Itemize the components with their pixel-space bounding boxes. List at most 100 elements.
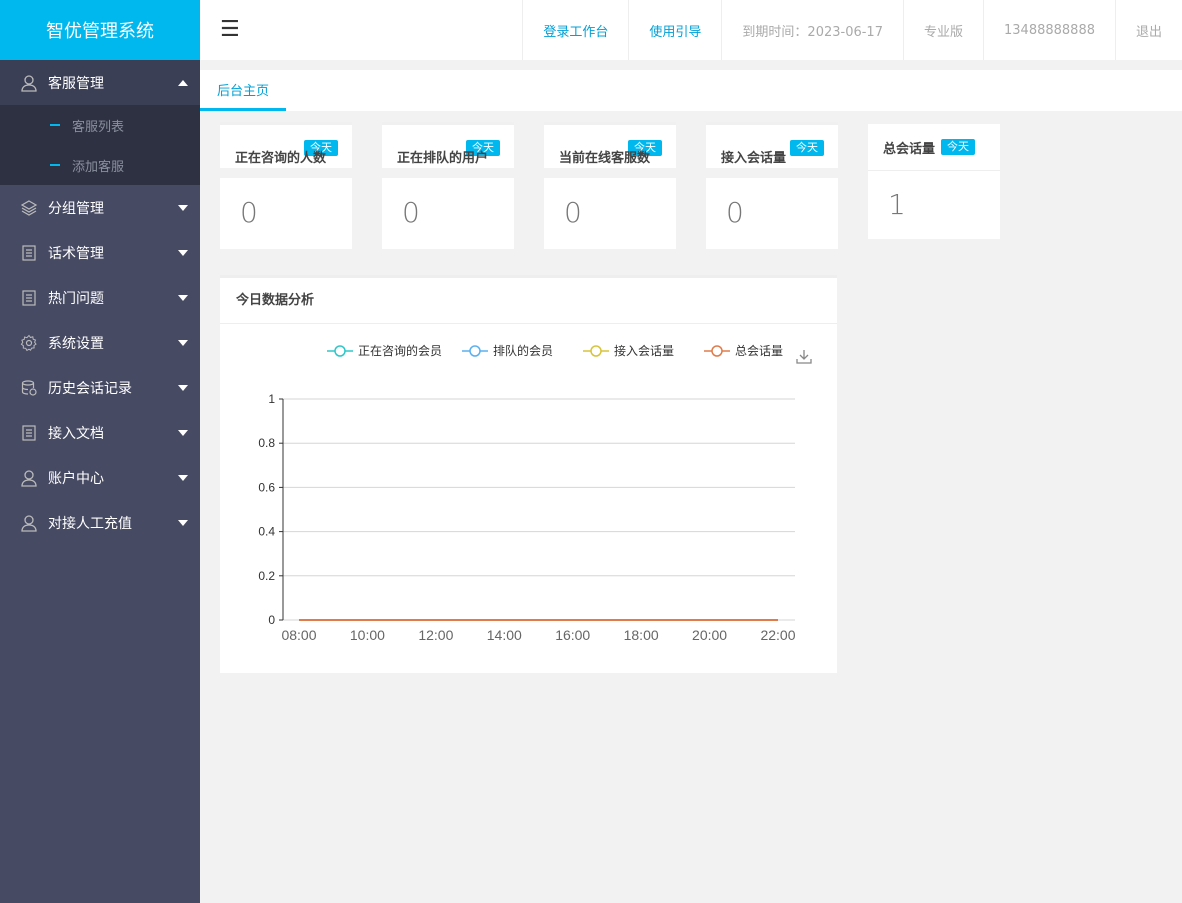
- app-title: 智优管理系统: [46, 21, 154, 42]
- database-icon: [20, 379, 38, 397]
- nav-usage-guide[interactable]: 使用引导: [628, 0, 721, 60]
- legend-label: 正在咨询的会员: [358, 343, 442, 358]
- user-icon: [20, 469, 38, 487]
- sidebar-item-history[interactable]: 历史会话记录: [0, 365, 200, 410]
- nav-edition: 专业版: [902, 0, 983, 60]
- legend-label: 排队的会员: [493, 343, 553, 358]
- layers-icon: [20, 199, 38, 217]
- submenu-item-label: 客服列表: [72, 119, 125, 135]
- legend-swatch-marker: [469, 345, 481, 357]
- stat-value: 0: [402, 195, 420, 229]
- line-chart: 0 0.2 0.4 0.6 0.8 1 08:00 10:00 12:00 14:00 16:00 1…: [258, 343, 812, 643]
- y-tick-label: 1: [268, 392, 275, 406]
- sidebar-item-access-docs[interactable]: 接入文档: [0, 410, 200, 455]
- y-tick-label: 0.4: [258, 525, 275, 539]
- sidebar-item-recharge[interactable]: 对接人工充值: [0, 500, 200, 545]
- stat-title: 当前在线客服数: [559, 151, 651, 166]
- chevron-up-icon: [178, 79, 188, 86]
- app-logo: 智优管理系统: [0, 0, 200, 60]
- submenu-item-add-service[interactable]: 添加客服: [0, 145, 200, 185]
- x-tick-label: 22:00: [760, 627, 795, 643]
- y-tick-label: 0.2: [258, 569, 275, 583]
- stat-card-accepted-sessions: 今天 接入会话量 0: [706, 122, 838, 249]
- chevron-down-icon: [178, 204, 188, 211]
- sidebar-item-scripts[interactable]: 话术管理: [0, 230, 200, 275]
- sidebar-item-label: 系统设置: [48, 335, 104, 352]
- sidebar-item-label: 客服管理: [48, 75, 104, 92]
- stat-value: 0: [240, 195, 258, 229]
- sidebar-item-label: 热门问题: [48, 290, 104, 307]
- stat-card-queueing: 今天 正在排队的用户 0: [382, 122, 514, 249]
- stat-card-consulting: 今天 正在咨询的人数 0: [220, 122, 352, 249]
- top-nav: 登录工作台 使用引导 到期时间：2023-06-17 专业版 134888888…: [522, 0, 1182, 60]
- chevron-down-icon: [178, 519, 188, 526]
- chart-card: 今日数据分析 0 0.2 0.4 0.6 0.8 1 08:00 10:00 12:00 14:0…: [220, 275, 837, 673]
- sidebar-item-customer-service[interactable]: 客服管理: [0, 60, 200, 105]
- legend-swatch-marker: [711, 345, 723, 357]
- sidebar-item-label: 账户中心: [48, 470, 104, 487]
- chevron-down-icon: [178, 384, 188, 391]
- stat-card-online-agents: 今天 当前在线客服数 0: [544, 122, 676, 249]
- sidebar-item-account[interactable]: 账户中心: [0, 455, 200, 500]
- chevron-down-icon: [178, 474, 188, 481]
- sidebar-item-groups[interactable]: 分组管理: [0, 185, 200, 230]
- chevron-down-icon: [178, 294, 188, 301]
- sidebar-item-label: 历史会话记录: [48, 380, 132, 397]
- download-icon[interactable]: [796, 350, 812, 364]
- gear-icon: [20, 334, 38, 352]
- document-icon: [20, 244, 38, 262]
- legend-swatch-marker: [334, 345, 346, 357]
- top-header: ☰ 登录工作台 使用引导 到期时间：2023-06-17 专业版 1348888…: [200, 0, 1182, 60]
- y-tick-label: 0.6: [258, 480, 275, 494]
- dash-icon: [50, 164, 60, 166]
- nav-phone: 13488888888: [983, 0, 1115, 60]
- document-icon: [20, 424, 38, 442]
- x-tick-label: 18:00: [624, 627, 659, 643]
- sidebar-item-label: 分组管理: [48, 200, 104, 217]
- legend-label: 接入会话量: [614, 343, 674, 358]
- stat-title: 正在咨询的人数: [235, 151, 327, 166]
- user-icon: [20, 74, 38, 92]
- dash-icon: [50, 124, 60, 126]
- sidebar-item-hot-questions[interactable]: 热门问题: [0, 275, 200, 320]
- x-tick-label: 16:00: [555, 627, 590, 643]
- today-badge: 今天: [790, 140, 824, 156]
- sidebar-item-system-settings[interactable]: 系统设置: [0, 320, 200, 365]
- stat-value: 1: [888, 187, 906, 221]
- x-tick-label: 10:00: [350, 627, 385, 643]
- nav-expiry-date: 到期时间：2023-06-17: [721, 0, 903, 60]
- sidebar: 客服管理 客服列表 添加客服 分组管理 话术管理 热门问题 系统设置 历史会话记…: [0, 60, 200, 903]
- legend-label: 总会话量: [735, 344, 783, 358]
- chart-title: 今日数据分析: [220, 278, 837, 324]
- x-tick-label: 20:00: [692, 627, 727, 643]
- sidebar-item-label: 话术管理: [48, 245, 104, 262]
- y-tick-label: 0: [268, 613, 275, 627]
- stat-value: 0: [726, 195, 744, 229]
- document-icon: [20, 289, 38, 307]
- tab-bar: 后台主页: [200, 70, 1182, 111]
- x-tick-label: 14:00: [487, 627, 522, 643]
- chevron-down-icon: [178, 339, 188, 346]
- sidebar-item-label: 接入文档: [48, 425, 104, 442]
- chevron-down-icon: [178, 429, 188, 436]
- legend-swatch-marker: [590, 345, 602, 357]
- x-tick-label: 12:00: [418, 627, 453, 643]
- stat-title: 接入会话量: [721, 151, 787, 166]
- stat-title: 正在排队的用户: [397, 151, 489, 166]
- menu-toggle-icon[interactable]: ☰: [220, 17, 240, 43]
- submenu-item-service-list[interactable]: 客服列表: [0, 105, 200, 145]
- sidebar-item-label: 对接人工充值: [48, 515, 132, 532]
- chevron-down-icon: [178, 249, 188, 256]
- user-icon: [20, 514, 38, 532]
- y-tick-label: 0.8: [258, 436, 275, 450]
- stat-title: 总会话量: [883, 141, 936, 157]
- tab-dashboard-home[interactable]: 后台主页: [200, 70, 286, 111]
- submenu-customer-service: 客服列表 添加客服: [0, 105, 200, 185]
- stat-card-total-sessions: 总会话量 今天 1: [868, 124, 1000, 239]
- today-badge: 今天: [941, 139, 976, 155]
- stat-value: 0: [564, 195, 582, 229]
- nav-logout[interactable]: 退出: [1114, 0, 1182, 60]
- x-tick-label: 08:00: [281, 627, 316, 643]
- nav-login-workbench[interactable]: 登录工作台: [522, 0, 628, 60]
- submenu-item-label: 添加客服: [72, 159, 125, 175]
